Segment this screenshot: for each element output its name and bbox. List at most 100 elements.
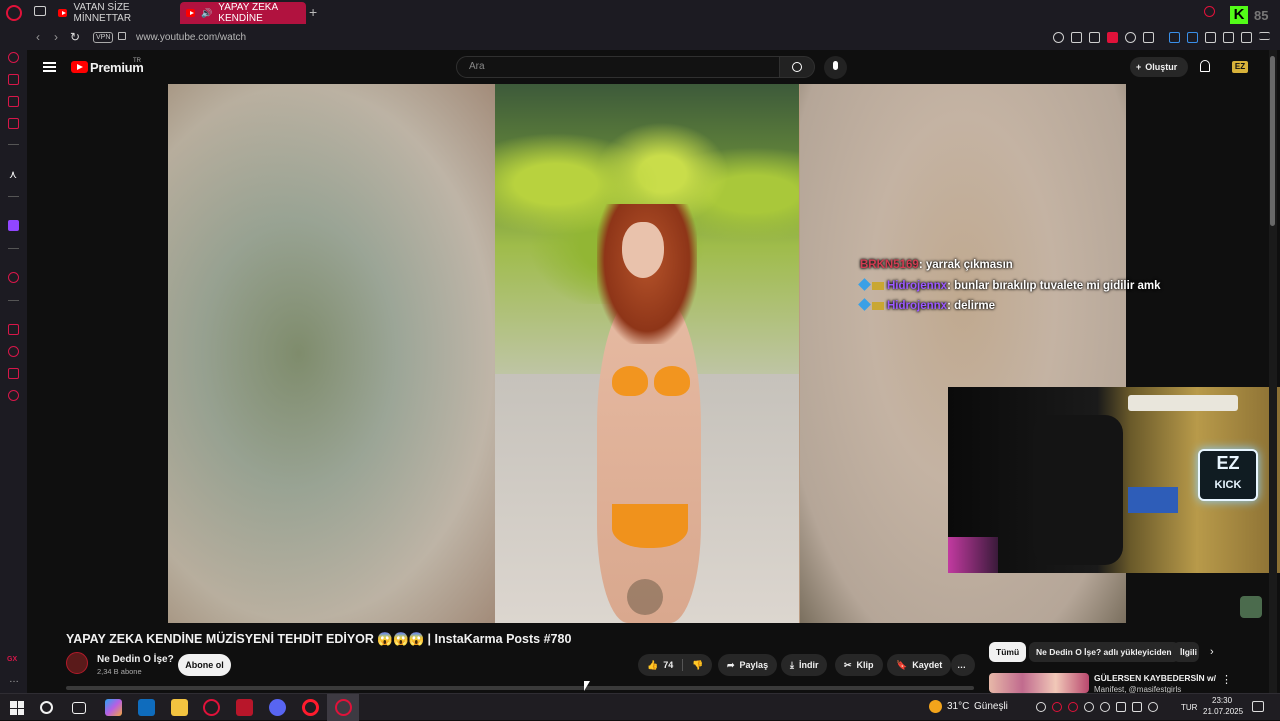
heart-icon[interactable] bbox=[1125, 32, 1136, 43]
language-indicator[interactable]: TUR bbox=[1181, 703, 1197, 712]
tray-icon[interactable] bbox=[1084, 702, 1094, 712]
like-dislike-group: 👍 74 👎 bbox=[638, 654, 712, 676]
shield-icon[interactable] bbox=[1107, 32, 1118, 43]
new-tab-button[interactable]: + bbox=[309, 4, 317, 20]
recommended-title[interactable]: GÜLERSEN KAYBEDERSİN w/ bbox=[1094, 673, 1216, 683]
network-icon[interactable] bbox=[1132, 702, 1142, 712]
history-icon[interactable] bbox=[8, 346, 19, 357]
tab-search-icon[interactable] bbox=[1204, 6, 1215, 17]
download-icon[interactable] bbox=[1223, 32, 1234, 43]
like-button[interactable]: 👍 bbox=[647, 654, 658, 676]
copilot-icon[interactable] bbox=[105, 699, 122, 716]
chat-username: Hidrojennx bbox=[887, 280, 948, 292]
aria-icon[interactable] bbox=[8, 52, 19, 63]
chip-related[interactable]: İlgili bbox=[1173, 642, 1199, 662]
channel-avatar[interactable] bbox=[66, 652, 88, 674]
windows-start-icon[interactable] bbox=[10, 701, 24, 715]
weather-sun-icon[interactable] bbox=[929, 700, 942, 713]
tab-label: VATAN SİZE MİNNETTAR bbox=[73, 2, 132, 24]
translate-icon[interactable] bbox=[1169, 32, 1180, 43]
diamond-badge-icon bbox=[858, 298, 871, 311]
forward-icon[interactable]: › bbox=[54, 30, 58, 44]
tab-yapay-zeka[interactable]: 🔊 YAPAY ZEKA KENDİNE bbox=[180, 2, 306, 24]
search-input[interactable]: Ara bbox=[456, 56, 780, 78]
play-icon[interactable] bbox=[1143, 32, 1154, 43]
clip-button[interactable]: ✂ Klip bbox=[835, 654, 883, 676]
notifications-bell-icon[interactable] bbox=[1200, 60, 1210, 72]
gaming-chair bbox=[1033, 415, 1123, 565]
snapshot-icon[interactable] bbox=[1089, 32, 1100, 43]
speaker-icon: 🔊 bbox=[201, 7, 213, 18]
reload-icon[interactable]: ↻ bbox=[70, 30, 80, 44]
active-app-slot[interactable] bbox=[327, 694, 359, 721]
pin-icon[interactable] bbox=[1071, 32, 1082, 43]
voicemeeter-icon[interactable] bbox=[236, 699, 253, 716]
menu-icon[interactable] bbox=[1259, 32, 1270, 40]
tab-menu-icon[interactable] bbox=[34, 6, 46, 16]
search-icon[interactable] bbox=[40, 701, 53, 714]
weather-desc[interactable]: Güneşli bbox=[974, 701, 1008, 712]
opera-logo-icon[interactable] bbox=[6, 5, 22, 21]
file-explorer-icon[interactable] bbox=[171, 699, 188, 716]
clock-time[interactable]: 23:30 bbox=[1212, 696, 1232, 705]
clock-date[interactable]: 21.07.2025 bbox=[1203, 707, 1243, 716]
vpn-badge[interactable]: VPN bbox=[93, 32, 114, 43]
channel-corner-logo bbox=[1240, 596, 1262, 618]
channel-name[interactable]: Ne Dedin O İşe? bbox=[97, 654, 174, 665]
dislike-button[interactable]: 👎 bbox=[692, 654, 703, 676]
recommended-menu-icon[interactable]: ⋮ bbox=[1221, 673, 1232, 686]
task-view-icon[interactable] bbox=[72, 702, 86, 714]
settings-gear-icon[interactable] bbox=[8, 390, 19, 401]
gx-label[interactable]: GX bbox=[7, 656, 17, 663]
instagram-icon[interactable] bbox=[8, 96, 19, 107]
puzzle-icon[interactable] bbox=[1205, 32, 1216, 43]
more-icon[interactable]: … bbox=[9, 674, 19, 685]
opera-icon[interactable] bbox=[302, 699, 319, 716]
notification-center-icon[interactable] bbox=[1252, 701, 1264, 712]
recommended-thumbnail[interactable] bbox=[989, 673, 1089, 693]
chip-from-uploader[interactable]: Ne Dedin O İşe? adlı yükleyiciden bbox=[1029, 642, 1179, 662]
chevron-right-icon[interactable]: › bbox=[1210, 646, 1214, 658]
profile-icon[interactable] bbox=[1241, 32, 1252, 43]
bookmarks-icon[interactable] bbox=[8, 324, 19, 335]
address-bar: ‹ › ↻ VPN www.youtube.com/watch bbox=[0, 26, 1280, 50]
tray-icon[interactable] bbox=[1100, 702, 1110, 712]
volume-icon[interactable] bbox=[1148, 702, 1158, 712]
youtube-logo-icon[interactable] bbox=[71, 61, 88, 73]
download-button[interactable]: ⤓ İndir bbox=[781, 654, 828, 676]
player-icon[interactable] bbox=[8, 272, 19, 283]
twitch-icon[interactable] bbox=[8, 220, 19, 231]
chip-all[interactable]: Tümü bbox=[989, 642, 1027, 662]
search-button[interactable] bbox=[779, 56, 815, 78]
subscribe-button[interactable]: Abone ol bbox=[178, 654, 231, 676]
outlook-icon[interactable] bbox=[138, 699, 155, 716]
messenger-icon[interactable] bbox=[8, 118, 19, 129]
chat-username: BRKN5169 bbox=[860, 259, 919, 271]
voice-search-button[interactable] bbox=[824, 56, 847, 79]
tray-icon[interactable] bbox=[1036, 702, 1046, 712]
create-button[interactable]: + Oluştur bbox=[1130, 57, 1188, 77]
discord-icon[interactable] bbox=[8, 74, 19, 85]
opera-gx-icon[interactable] bbox=[203, 699, 220, 716]
account-avatar[interactable]: EZ bbox=[1232, 61, 1248, 73]
tray-icon[interactable] bbox=[1052, 702, 1062, 712]
scrollbar-thumb[interactable] bbox=[1270, 56, 1275, 226]
weather-temp[interactable]: 31°C bbox=[947, 701, 969, 712]
hamburger-menu-icon[interactable] bbox=[43, 62, 56, 72]
description-scroll-bar[interactable] bbox=[66, 686, 974, 690]
back-icon[interactable]: ‹ bbox=[36, 30, 40, 44]
tiktok-icon[interactable]: ⋏ bbox=[9, 168, 17, 181]
tray-icon[interactable] bbox=[1116, 702, 1126, 712]
lock-icon[interactable] bbox=[118, 32, 126, 40]
zoom-icon[interactable] bbox=[1053, 32, 1064, 43]
url-field[interactable]: www.youtube.com/watch bbox=[136, 32, 246, 43]
tray-icon[interactable] bbox=[1068, 702, 1078, 712]
save-button[interactable]: 🔖 Kaydet bbox=[887, 654, 952, 676]
extension-icon[interactable] bbox=[1187, 32, 1198, 43]
tab-vatan[interactable]: VATAN SİZE MİNNETTAR bbox=[52, 2, 174, 24]
discord-icon[interactable] bbox=[269, 699, 286, 716]
extensions-icon[interactable] bbox=[8, 368, 19, 379]
more-actions-button[interactable]: … bbox=[951, 654, 975, 676]
monitor bbox=[1128, 487, 1178, 513]
share-button[interactable]: ➦ Paylaş bbox=[718, 654, 778, 676]
